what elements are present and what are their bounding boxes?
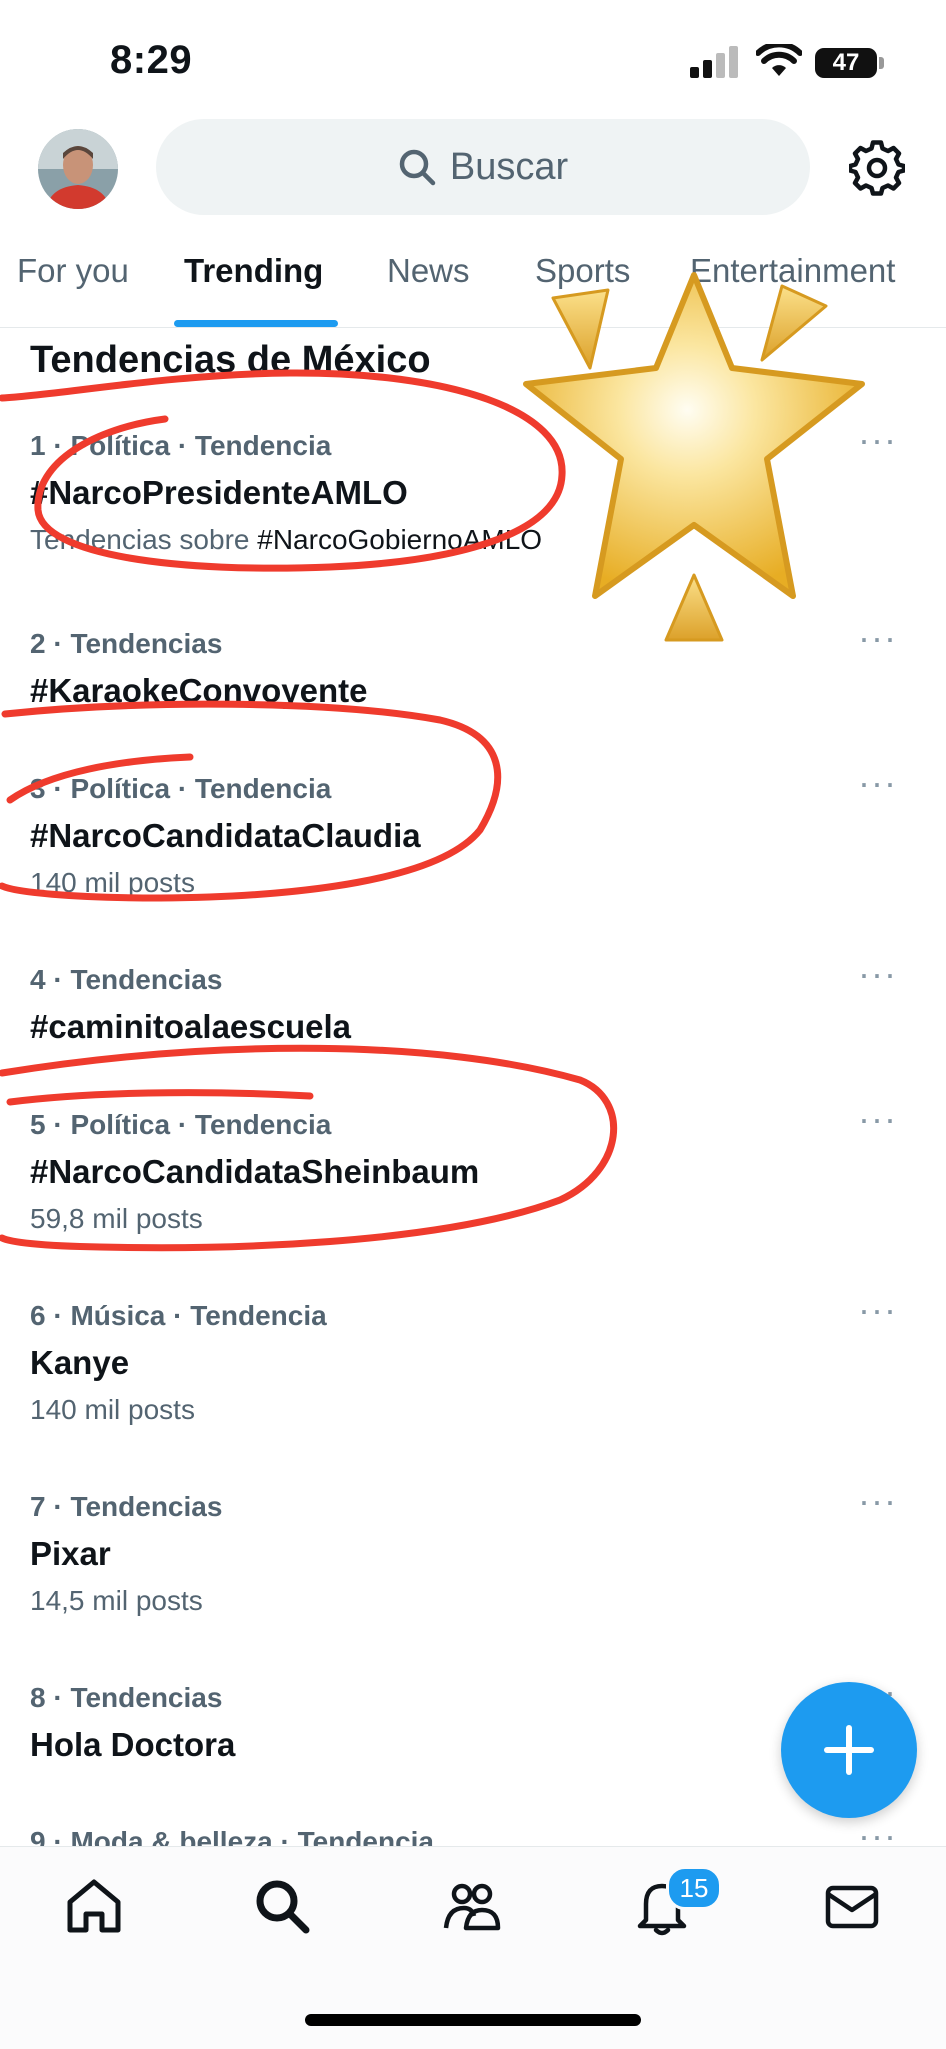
more-options-icon[interactable]: ··· — [858, 1101, 897, 1137]
avatar[interactable] — [38, 129, 118, 209]
trend-item[interactable]: 9 · Moda & belleza · Tendencia ··· — [0, 1816, 946, 1847]
search-icon — [399, 149, 436, 186]
status-time: 8:29 — [110, 38, 193, 82]
trend-meta: 1 · Política · Tendencia — [30, 430, 332, 461]
search-icon[interactable] — [252, 1876, 312, 1936]
trend-post-count: 14,5 mil posts — [30, 1585, 203, 1616]
trend-name: Hola Doctora — [30, 1726, 236, 1763]
tab-entertainment[interactable]: Entertainment — [690, 252, 895, 290]
search-placeholder: Buscar — [449, 145, 569, 188]
trend-name: #caminitoalaescuela — [30, 1008, 352, 1045]
trend-item[interactable]: 6 · Música · Tendencia Kanye 140 mil pos… — [0, 1290, 946, 1440]
communities-icon[interactable] — [442, 1876, 502, 1936]
trend-post-count: 59,8 mil posts — [30, 1203, 203, 1234]
gear-icon[interactable] — [849, 140, 905, 196]
trend-name: Kanye — [30, 1344, 130, 1381]
tab-news[interactable]: News — [387, 252, 470, 290]
trend-meta: 5 · Política · Tendencia — [30, 1109, 332, 1140]
more-options-icon[interactable]: ··· — [858, 1292, 897, 1328]
trend-item[interactable]: 4 · Tendencias #caminitoalaescuela ··· — [0, 954, 946, 1054]
trend-meta: 7 · Tendencias — [30, 1491, 223, 1522]
plus-icon — [824, 1725, 874, 1775]
more-options-icon[interactable]: ··· — [858, 422, 897, 458]
tabs-divider — [0, 327, 946, 328]
wifi-icon — [756, 44, 802, 76]
trend-item[interactable]: 5 · Política · Tendencia #NarcoCandidata… — [0, 1099, 946, 1249]
trend-post-count: 140 mil posts — [30, 1394, 195, 1425]
trend-meta: 4 · Tendencias — [30, 964, 223, 995]
battery-indicator: 47 — [815, 48, 877, 78]
trend-name: #NarcoPresidenteAMLO — [30, 474, 408, 511]
section-title: Tendencias de México — [30, 339, 431, 381]
trend-item[interactable]: 7 · Tendencias Pixar 14,5 mil posts ··· — [0, 1481, 946, 1631]
tab-for-you[interactable]: For you — [17, 252, 129, 290]
trend-meta: 9 · Moda & belleza · Tendencia — [30, 1826, 435, 1846]
trend-meta: 6 · Música · Tendencia — [30, 1300, 327, 1331]
trend-meta: 2 · Tendencias — [30, 628, 223, 659]
battery-tip — [879, 57, 884, 69]
more-options-icon[interactable]: ··· — [858, 1818, 897, 1847]
mail-icon[interactable] — [822, 1876, 882, 1936]
trend-post-count: 140 mil posts — [30, 867, 195, 898]
more-options-icon[interactable]: ··· — [858, 1483, 897, 1519]
signal-icon — [690, 46, 740, 78]
home-indicator — [305, 2014, 641, 2026]
more-options-icon[interactable]: ··· — [858, 765, 897, 801]
compose-button[interactable] — [781, 1682, 917, 1818]
more-options-icon[interactable]: ··· — [858, 620, 897, 656]
more-options-icon[interactable]: ··· — [858, 956, 897, 992]
tab-sports[interactable]: Sports — [535, 252, 630, 290]
trend-meta: 8 · Tendencias — [30, 1682, 223, 1713]
search-bar[interactable]: Buscar — [156, 119, 810, 215]
trend-item[interactable]: 1 · Política · Tendencia #NarcoPresident… — [0, 420, 946, 570]
notification-badge: 15 — [666, 1866, 722, 1910]
trend-name: #NarcoCandidataSheinbaum — [30, 1153, 480, 1190]
trend-item[interactable]: 2 · Tendencias #KaraokeConvoyente ··· — [0, 618, 946, 718]
trend-meta: 3 · Política · Tendencia — [30, 773, 332, 804]
trend-item[interactable]: 3 · Política · Tendencia #NarcoCandidata… — [0, 763, 946, 913]
trend-context: Tendencias sobre #NarcoGobiernoAMLO — [30, 524, 543, 555]
trend-name: #KaraokeConvoyente — [30, 672, 368, 709]
tab-trending[interactable]: Trending — [184, 252, 323, 290]
trend-name: #NarcoCandidataClaudia — [30, 817, 421, 854]
tab-active-indicator — [174, 320, 338, 327]
home-icon[interactable] — [64, 1876, 124, 1936]
trend-name: Pixar — [30, 1535, 111, 1572]
